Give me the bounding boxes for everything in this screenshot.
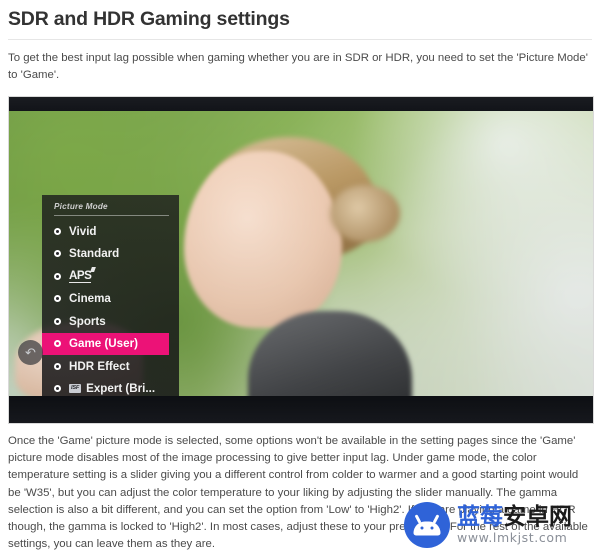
page-title: SDR and HDR Gaming settings [8,8,290,30]
option-label: HDR Effect [69,359,130,373]
picture-mode-option-vivid[interactable]: Vivid [42,220,179,243]
option-label: Standard [69,247,120,261]
picture-mode-option-expert-bright[interactable]: ISF Expert (Bri... [42,378,179,397]
picture-mode-option-standard[interactable]: Standard [42,243,179,266]
tv-screenshot-figure: Picture Mode Vivid Standard APS Cinema S… [8,96,594,424]
isf-badge-icon: ISF [69,384,82,394]
radio-icon [54,385,61,393]
picture-mode-option-cinema[interactable]: Cinema [42,288,179,311]
option-label: Vivid [69,224,97,238]
radio-icon-selected [54,340,61,348]
option-label: Expert (Bri... [86,382,156,396]
picture-mode-menu-divider [54,215,169,216]
radio-icon [54,295,61,303]
option-label: Cinema [69,292,111,306]
option-label: Game (User) [69,337,138,351]
body-paragraph: Once the 'Game' picture mode is selected… [8,435,588,550]
picture-mode-option-sports[interactable]: Sports [42,310,179,333]
option-label: Sports [69,314,106,328]
picture-mode-option-game-user[interactable]: Game (User) [42,332,169,355]
picture-mode-option-hdr-effect[interactable]: HDR Effect [42,355,179,378]
back-icon[interactable]: ↶ [18,340,43,365]
radio-icon [54,250,61,258]
article-page: SDR and HDR Gaming settings To get the b… [0,5,600,550]
intro-paragraph: To get the best input lag possible when … [8,52,588,81]
tv-bezel-bottom [9,396,593,423]
title-divider [8,39,592,40]
tv-photo-area: Picture Mode Vivid Standard APS Cinema S… [9,111,593,396]
picture-mode-menu[interactable]: Picture Mode Vivid Standard APS Cinema S… [42,195,179,396]
radio-icon [54,272,61,280]
radio-icon [54,317,61,325]
picture-mode-menu-title: Picture Mode [54,202,108,211]
picture-mode-option-list: Vivid Standard APS Cinema Sports Game (U… [42,220,179,396]
aps-logo-icon: APS [69,269,92,284]
radio-icon [54,227,61,235]
radio-icon [54,362,61,370]
tv-bezel-top [9,97,593,111]
picture-mode-option-aps[interactable]: APS [42,265,179,288]
